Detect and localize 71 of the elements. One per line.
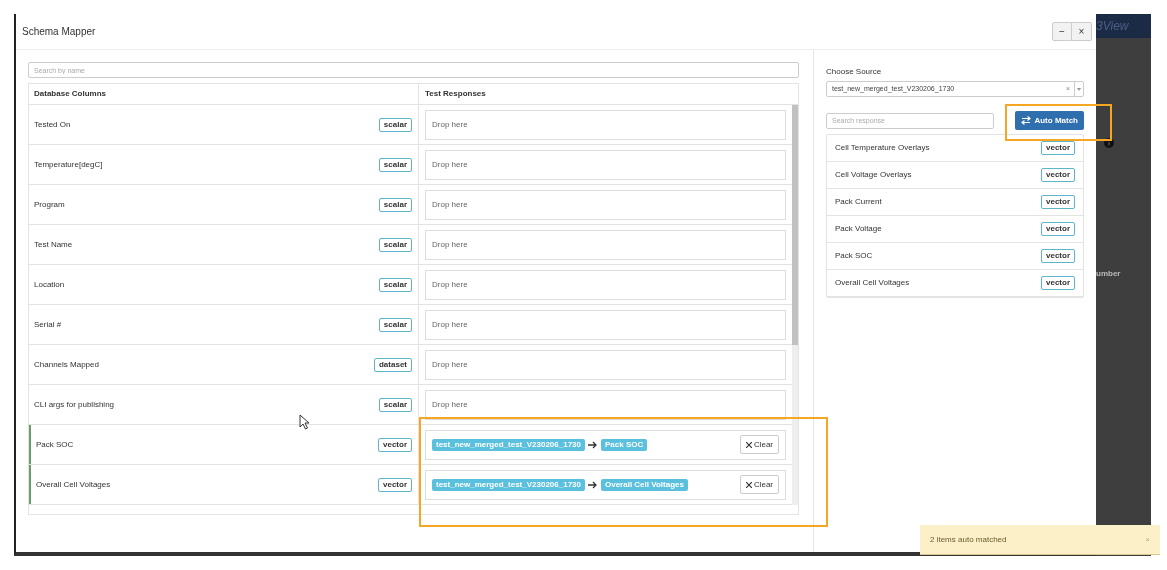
scrollbar[interactable]	[792, 105, 798, 505]
type-badge: scalar	[378, 397, 412, 412]
type-badge: scalar	[378, 277, 412, 292]
response-item[interactable]: Cell Temperature Overlays vector	[827, 135, 1083, 162]
arrow-right-icon	[588, 440, 598, 449]
type-badge: scalar	[378, 197, 412, 212]
drop-zone[interactable]: Drop here	[425, 389, 786, 420]
response-name: Cell Voltage Overlays	[835, 169, 912, 181]
swap-arrows-icon	[1021, 116, 1032, 125]
close-icon	[745, 441, 752, 448]
info-icon	[1104, 138, 1114, 148]
column-header-fragment: umber	[1096, 268, 1122, 280]
column-name: Tested On	[34, 118, 71, 131]
response-name: Pack Current	[835, 196, 882, 208]
type-badge: vector	[378, 437, 412, 452]
target-tag: Pack SOC	[601, 438, 648, 451]
source-tag: test_new_merged_test_V230206_1730	[432, 478, 585, 491]
response-name: Cell Temperature Overlays	[835, 142, 930, 154]
type-badge: vector	[1041, 276, 1075, 290]
response-item[interactable]: Cell Voltage Overlays vector	[827, 162, 1083, 189]
type-badge: vector	[1041, 168, 1075, 182]
column-name: Temperature[degC]	[34, 158, 103, 171]
type-badge: dataset	[374, 357, 412, 372]
column-header: Test Responses	[424, 88, 487, 100]
response-item[interactable]: Pack SOC vector	[827, 243, 1083, 270]
type-badge: vector	[1041, 249, 1075, 263]
response-item[interactable]: Pack Current vector	[827, 189, 1083, 216]
type-badge: vector	[1041, 141, 1075, 155]
column-name: CLI args for publishing	[34, 398, 115, 411]
minimize-button[interactable]: −	[1052, 22, 1072, 41]
column-name: Test Name	[34, 238, 73, 251]
type-badge: scalar	[378, 117, 412, 132]
arrow-right-icon	[588, 480, 598, 489]
source-tag: test_new_merged_test_V230206_1730	[432, 438, 585, 451]
column-name: Overall Cell Voltages	[36, 478, 111, 491]
drop-zone[interactable]: Drop here	[425, 149, 786, 180]
drop-zone[interactable]: Drop here	[425, 309, 786, 340]
response-item[interactable]: Pack Voltage vector	[827, 216, 1083, 243]
column-name: Serial #	[34, 318, 62, 331]
logo-text: 3View	[1096, 18, 1129, 35]
drop-zone[interactable]: Drop here	[425, 109, 786, 140]
close-icon	[745, 481, 752, 488]
clear-button[interactable]: Clear	[739, 475, 779, 494]
drop-zone[interactable]: Drop here	[425, 229, 786, 260]
toast-message: 2 items auto matched	[930, 533, 1007, 546]
column-header: Database Columns	[29, 84, 419, 104]
type-badge: scalar	[378, 237, 412, 252]
response-name: Overall Cell Voltages	[835, 277, 910, 289]
column-name: Program	[34, 198, 65, 211]
column-name: Pack SOC	[36, 438, 74, 451]
type-badge: vector	[1041, 222, 1075, 236]
dropdown-caret-icon[interactable]	[1074, 82, 1083, 96]
drop-zone[interactable]: Drop here	[425, 349, 786, 380]
response-item[interactable]: Overall Cell Voltages vector	[827, 270, 1083, 297]
auto-match-button[interactable]: Auto Match	[1015, 111, 1084, 130]
clear-button[interactable]: Clear	[739, 435, 779, 454]
column-name: Channels Mapped	[34, 358, 99, 371]
type-badge: scalar	[378, 157, 412, 172]
close-button[interactable]: ×	[1072, 22, 1092, 41]
field-label: Choose Source	[826, 66, 883, 78]
column-name: Location	[34, 278, 65, 291]
type-badge: vector	[1041, 195, 1075, 209]
window-title: Schema Mapper	[22, 25, 96, 39]
drop-zone[interactable]: Drop here	[425, 269, 786, 300]
mouse-pointer-icon	[299, 414, 310, 430]
target-tag: Overall Cell Voltages	[601, 478, 688, 491]
type-badge: vector	[378, 477, 412, 492]
response-name: Pack SOC	[835, 250, 873, 262]
type-badge: scalar	[378, 317, 412, 332]
response-name: Pack Voltage	[835, 223, 882, 235]
drop-zone[interactable]: Drop here	[425, 189, 786, 220]
